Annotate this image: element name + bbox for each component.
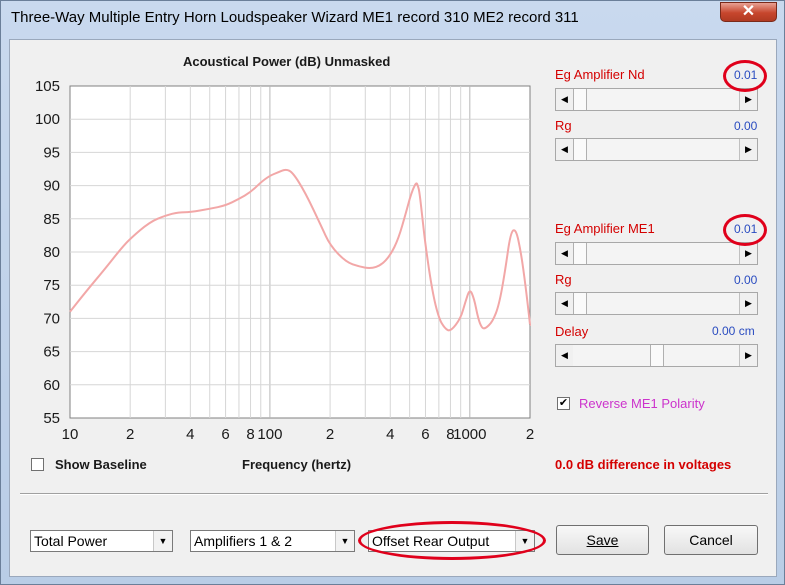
y-tick-label: 75 <box>43 277 60 294</box>
x-axis-ticks: 10 2 4 6 8 100 2 4 6 81000 2 <box>62 426 535 443</box>
x-tick-label: 2 <box>326 426 334 443</box>
y-tick-label: 60 <box>43 377 60 394</box>
x-tick-label: 100 <box>257 426 282 443</box>
delay-value: 0.00 cm <box>712 324 755 338</box>
rg1-slider[interactable]: ◀ ▶ <box>555 138 758 161</box>
close-button[interactable]: ✕ <box>720 2 777 22</box>
slider-thumb[interactable] <box>573 243 587 264</box>
close-icon: ✕ <box>741 3 756 20</box>
rg2-slider[interactable]: ◀ ▶ <box>555 292 758 315</box>
eg-amp-me1-label: Eg Amplifier ME1 <box>555 221 655 236</box>
voltage-difference: 0.0 dB difference in voltages <box>555 457 732 472</box>
reverse-polarity-label: Reverse ME1 Polarity <box>579 396 705 411</box>
slider-left-arrow-icon[interactable]: ◀ <box>556 243 574 264</box>
save-button-label: Save <box>586 532 619 548</box>
y-axis-ticks: 105 100 95 90 85 80 75 70 65 60 55 <box>35 78 60 427</box>
x-tick-label: 6 <box>421 426 429 443</box>
slider-thumb[interactable] <box>573 139 587 160</box>
chevron-down-icon[interactable]: ▼ <box>153 531 172 551</box>
divider <box>20 493 768 495</box>
x-tick-label: 8 <box>246 426 254 443</box>
x-axis-label: Frequency (hertz) <box>242 457 352 472</box>
power-type-combo[interactable]: Total Power ▼ <box>30 530 173 552</box>
show-baseline-checkbox[interactable] <box>31 458 44 471</box>
x-tick-label: 1000 <box>453 426 486 443</box>
x-tick-label: 4 <box>386 426 394 443</box>
chart-title: Acoustical Power (dB) Unmasked <box>183 54 391 69</box>
slider-right-arrow-icon[interactable]: ▶ <box>739 345 757 366</box>
y-tick-label: 105 <box>35 78 60 95</box>
y-tick-label: 90 <box>43 178 60 195</box>
dialog-client: Acoustical Power (dB) Unmasked 105 100 95 9… <box>9 39 777 577</box>
slider-right-arrow-icon[interactable]: ▶ <box>739 139 757 160</box>
x-tick-label: 2 <box>126 426 134 443</box>
x-tick-label: 6 <box>221 426 229 443</box>
y-tick-label: 95 <box>43 144 60 161</box>
power-chart: 105100959085807570656055 10 2 4 6 8 100 2 4 6 810… <box>35 78 535 443</box>
rg2-value: 0.00 <box>734 273 758 287</box>
slider-left-arrow-icon[interactable]: ◀ <box>556 345 574 366</box>
y-tick-label: 80 <box>43 244 60 261</box>
amplifiers-combo[interactable]: Amplifiers 1 & 2 ▼ <box>190 530 355 552</box>
output-combo[interactable]: Offset Rear Output ▼ <box>368 530 535 552</box>
save-button[interactable]: Save <box>556 525 649 555</box>
cancel-button[interactable]: Cancel <box>664 525 758 555</box>
x-tick-label: 10 <box>62 426 79 443</box>
x-tick-label: 2 <box>526 426 534 443</box>
y-tick-label: 100 <box>35 111 60 128</box>
slider-thumb[interactable] <box>573 89 587 110</box>
checkmark-icon: ✔ <box>558 397 569 409</box>
eg-amp-nd-label: Eg Amplifier Nd <box>555 67 645 82</box>
slider-left-arrow-icon[interactable]: ◀ <box>556 293 574 314</box>
cancel-button-label: Cancel <box>689 532 733 548</box>
reverse-polarity-checkbox[interactable]: ✔ <box>557 397 570 410</box>
show-baseline-label: Show Baseline <box>55 457 147 472</box>
slider-thumb[interactable] <box>573 293 587 314</box>
eg-amp-nd-value: 0.01 <box>734 68 758 82</box>
wizard-window: Three-Way Multiple Entry Horn Loudspeake… <box>0 0 785 585</box>
rg1-label: Rg <box>555 118 572 133</box>
slider-thumb[interactable] <box>650 345 664 366</box>
y-tick-label: 55 <box>43 410 60 427</box>
rg1-value: 0.00 <box>734 119 758 133</box>
output-value: Offset Rear Output <box>372 533 490 549</box>
y-tick-label: 85 <box>43 211 60 228</box>
slider-right-arrow-icon[interactable]: ▶ <box>739 89 757 110</box>
slider-left-arrow-icon[interactable]: ◀ <box>556 89 574 110</box>
y-tick-label: 65 <box>43 344 60 361</box>
slider-right-arrow-icon[interactable]: ▶ <box>739 293 757 314</box>
eg-amp-me1-slider[interactable]: ◀ ▶ <box>555 242 758 265</box>
eg-amp-me1-value: 0.01 <box>734 222 758 236</box>
window-title: Three-Way Multiple Entry Horn Loudspeake… <box>11 9 579 26</box>
chevron-down-icon[interactable]: ▼ <box>335 531 354 551</box>
power-type-value: Total Power <box>34 533 108 549</box>
y-tick-label: 70 <box>43 310 60 327</box>
delay-slider[interactable]: ◀ ▶ <box>555 344 758 367</box>
amplifiers-value: Amplifiers 1 & 2 <box>194 533 293 549</box>
chevron-down-icon[interactable]: ▼ <box>515 531 534 551</box>
x-tick-label: 4 <box>186 426 194 443</box>
rg2-label: Rg <box>555 272 572 287</box>
eg-amp-nd-slider[interactable]: ◀ ▶ <box>555 88 758 111</box>
slider-left-arrow-icon[interactable]: ◀ <box>556 139 574 160</box>
delay-label: Delay <box>555 324 589 339</box>
slider-right-arrow-icon[interactable]: ▶ <box>739 243 757 264</box>
